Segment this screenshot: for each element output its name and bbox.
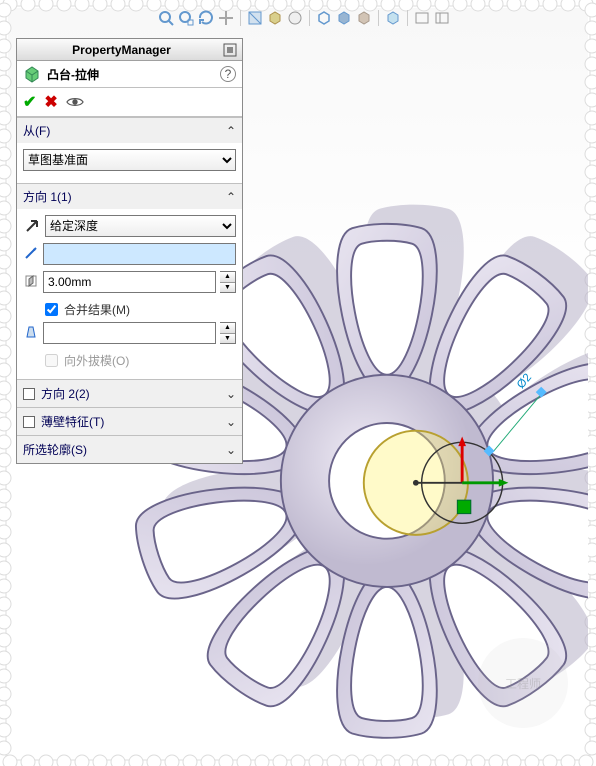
zoom-fit-icon[interactable] bbox=[158, 10, 174, 26]
section-contours-header[interactable]: 所选轮廓(S) ⌄ bbox=[17, 435, 242, 463]
checkbox-icon[interactable] bbox=[23, 416, 35, 428]
end-condition-select[interactable]: 给定深度 bbox=[45, 215, 236, 237]
reverse-direction-icon[interactable] bbox=[23, 217, 41, 235]
view-toolbar bbox=[158, 8, 578, 28]
preview-icon[interactable] bbox=[66, 96, 84, 108]
section-direction1-header[interactable]: 方向 1(1) ⌃ bbox=[17, 184, 242, 209]
draft-outward-checkbox: 向外拔模(O) bbox=[23, 350, 236, 373]
draft-angle-input[interactable] bbox=[43, 322, 216, 344]
merge-result-checkbox[interactable]: 合并结果(M) bbox=[23, 299, 236, 322]
hide-show-icon[interactable] bbox=[316, 10, 332, 26]
scene-icon[interactable] bbox=[287, 10, 303, 26]
depth-spinner[interactable]: ▲▼ bbox=[220, 271, 236, 293]
rotate-icon[interactable] bbox=[198, 10, 214, 26]
feature-header: 凸台-拉伸 ? bbox=[17, 61, 242, 88]
direction-reference-input[interactable] bbox=[43, 243, 236, 265]
expand-icon: ⌄ bbox=[226, 443, 236, 457]
ok-button[interactable]: ✔ bbox=[23, 92, 36, 112]
feature-name: 凸台-拉伸 bbox=[47, 66, 214, 83]
depth-input[interactable] bbox=[43, 271, 216, 293]
cancel-button[interactable]: ✖ bbox=[44, 92, 57, 112]
section-thin-header[interactable]: 薄壁特征(T) ⌄ bbox=[17, 407, 242, 435]
help-icon[interactable]: ? bbox=[220, 66, 236, 82]
view-orientation-icon[interactable] bbox=[385, 10, 401, 26]
collapse-icon: ⌃ bbox=[226, 190, 236, 204]
direction-vector-icon[interactable] bbox=[23, 245, 39, 264]
panel-header: PropertyManager bbox=[17, 39, 242, 61]
zoom-area-icon[interactable] bbox=[178, 10, 194, 26]
display-style-icon[interactable] bbox=[267, 10, 283, 26]
draft-spinner[interactable]: ▲▼ bbox=[220, 322, 236, 344]
extrude-feature-icon bbox=[23, 65, 41, 83]
expand-icon: ⌄ bbox=[226, 387, 236, 401]
depth-icon bbox=[23, 273, 39, 292]
pan-icon[interactable] bbox=[218, 10, 234, 26]
draft-icon[interactable] bbox=[23, 324, 39, 343]
collapse-icon: ⌃ bbox=[226, 124, 236, 138]
display-pane-icon[interactable] bbox=[434, 10, 450, 26]
render-icon[interactable] bbox=[414, 10, 430, 26]
action-row: ✔ ✖ bbox=[17, 88, 242, 117]
expand-icon: ⌄ bbox=[226, 415, 236, 429]
pin-icon[interactable] bbox=[222, 42, 238, 58]
section-direction2-header[interactable]: 方向 2(2) ⌄ bbox=[17, 379, 242, 407]
watermark: 工程师 bbox=[478, 638, 568, 728]
view-settings-icon[interactable] bbox=[356, 10, 372, 26]
panel-title: PropertyManager bbox=[21, 43, 222, 57]
section-from-header[interactable]: 从(F) ⌃ bbox=[17, 118, 242, 143]
property-manager-panel: PropertyManager 凸台-拉伸 ? ✔ ✖ 从(F) ⌃ 草图基准面 bbox=[16, 38, 243, 464]
appearance-icon[interactable] bbox=[336, 10, 352, 26]
section-view-icon[interactable] bbox=[247, 10, 263, 26]
from-select[interactable]: 草图基准面 bbox=[23, 149, 236, 171]
checkbox-icon[interactable] bbox=[23, 388, 35, 400]
